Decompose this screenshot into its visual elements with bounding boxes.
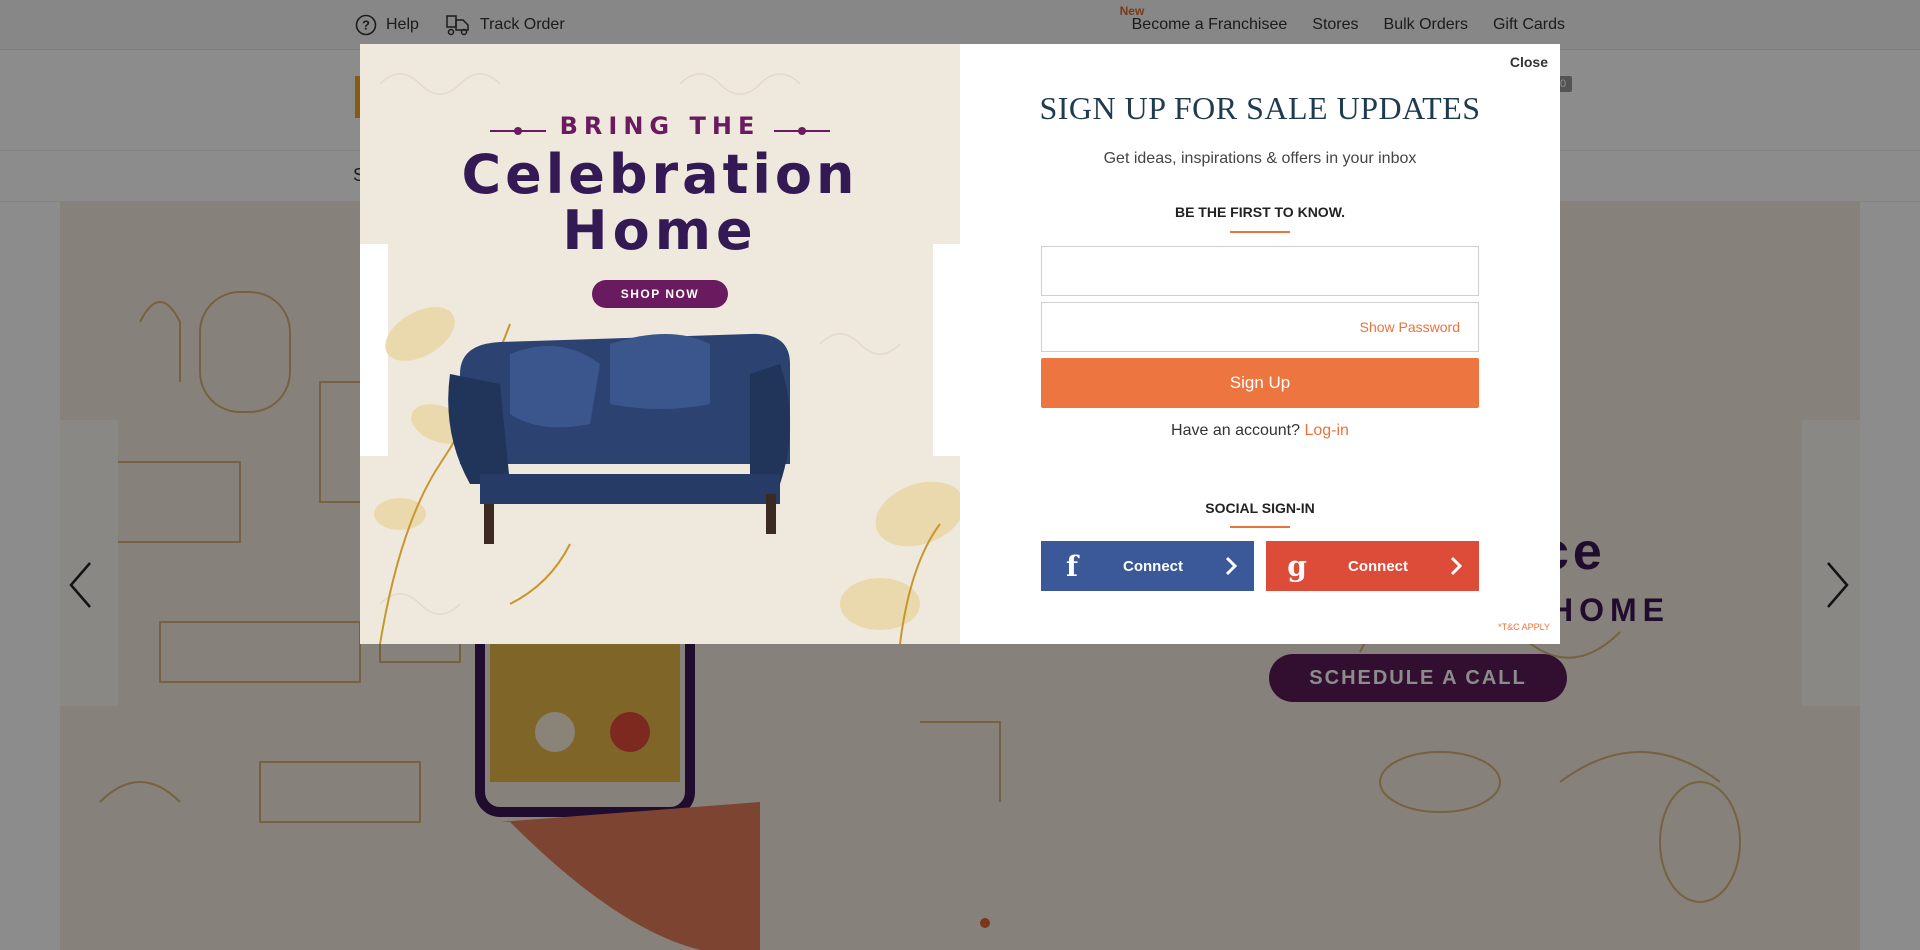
promo-line-1: BRING THE — [559, 112, 761, 140]
be-first-underline — [1230, 231, 1290, 233]
google-connect-button[interactable]: g Connect — [1266, 541, 1479, 591]
google-icon: g — [1287, 549, 1307, 583]
modal-title: SIGN UP FOR SALE UPDATES — [1039, 90, 1481, 126]
social-underline — [1230, 526, 1290, 528]
signup-modal: BRING THE Celebration Home SHOP NOW Clos… — [360, 44, 1560, 644]
close-button[interactable]: Close — [1510, 54, 1548, 70]
facebook-connect-button[interactable]: f Connect — [1041, 541, 1254, 591]
signup-form: Close SIGN UP FOR SALE UPDATES Get ideas… — [960, 44, 1560, 644]
be-first-heading: BE THE FIRST TO KNOW. — [1174, 204, 1346, 220]
terms-note[interactable]: *T&C APPLY — [1498, 622, 1550, 632]
have-account-text: Have an account? Log-in — [960, 422, 1560, 440]
promo-line-2: Celebration — [461, 143, 859, 206]
have-account-label: Have an account? — [1171, 422, 1301, 439]
email-field[interactable] — [1041, 246, 1479, 296]
email-input[interactable] — [1042, 247, 1478, 295]
shop-now-button[interactable]: SHOP NOW — [592, 280, 728, 308]
promo-image[interactable]: BRING THE Celebration Home SHOP NOW — [360, 44, 960, 644]
show-password-link[interactable]: Show Password — [1360, 319, 1460, 335]
promo-line-3: Home — [562, 199, 758, 262]
login-link[interactable]: Log-in — [1304, 422, 1348, 439]
password-field[interactable]: Show Password — [1041, 302, 1479, 352]
facebook-connect-label: Connect — [1123, 557, 1183, 575]
chevron-right-icon — [1208, 556, 1254, 576]
google-connect-label: Connect — [1348, 557, 1408, 575]
chevron-right-icon — [1433, 556, 1479, 576]
signup-button[interactable]: Sign Up — [1041, 358, 1479, 408]
social-signin-heading: SOCIAL SIGN-IN — [1205, 500, 1315, 516]
facebook-icon: f — [1065, 549, 1079, 583]
modal-subtitle: Get ideas, inspirations & offers in your… — [1103, 150, 1417, 167]
